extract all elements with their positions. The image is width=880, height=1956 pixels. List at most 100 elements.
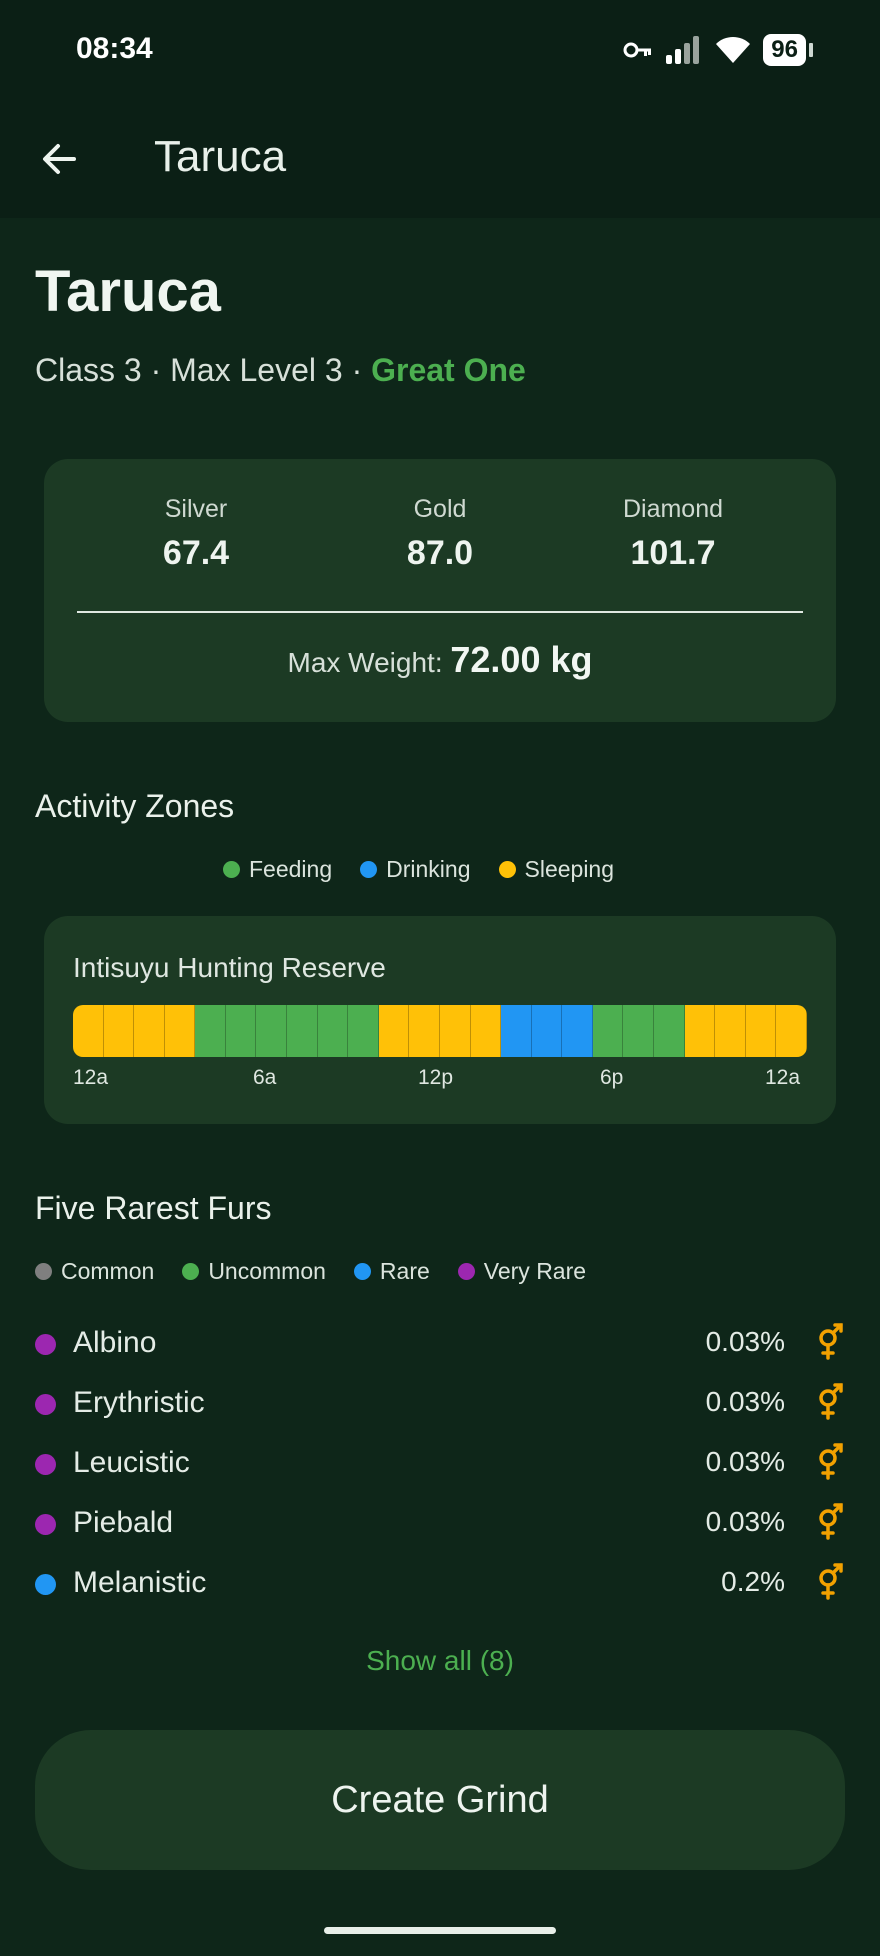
tick-label: 12p bbox=[418, 1066, 454, 1089]
drinking-dot bbox=[360, 861, 378, 878]
app-bar-title: Taruca bbox=[154, 132, 287, 181]
legend-rare: Rare bbox=[353, 1258, 430, 1285]
timeline-segment-feeding bbox=[287, 1005, 318, 1057]
rarity-dot bbox=[35, 1334, 56, 1355]
fur-percentage: 0.03% bbox=[705, 1506, 785, 1537]
very-rare-dot bbox=[457, 1263, 475, 1280]
timeline-segment-sleeping bbox=[470, 1005, 502, 1057]
fur-row-piebald[interactable]: Piebald 0.03% bbox=[35, 1500, 845, 1548]
timeline-segment-feeding bbox=[653, 1005, 685, 1057]
timeline-segment-sleeping bbox=[439, 1005, 471, 1057]
max-weight: Max Weight: 72.00 kg bbox=[44, 639, 836, 681]
legend-drinking: Drinking bbox=[360, 856, 471, 883]
timeline-segment-sleeping bbox=[73, 1005, 104, 1057]
timeline-segment-drinking bbox=[531, 1005, 563, 1057]
trophy-stats-card: Silver 67.4 Gold 87.0 Diamond 101.7 Max … bbox=[44, 459, 836, 722]
rarity-dot bbox=[35, 1514, 56, 1535]
timeline-segment-sleeping bbox=[103, 1005, 135, 1057]
species-class-level: Class 3 · Max Level 3 · bbox=[35, 352, 372, 388]
reserve-name: Intisuyu Hunting Reserve bbox=[73, 952, 386, 983]
timeline-segment-feeding bbox=[592, 1005, 624, 1057]
species-meta: Class 3 · Max Level 3 · Great One bbox=[35, 352, 526, 389]
male-female-icon bbox=[819, 1383, 843, 1420]
fur-row-erythristic[interactable]: Erythristic 0.03% bbox=[35, 1380, 845, 1428]
create-grind-button[interactable]: Create Grind bbox=[35, 1730, 845, 1870]
fur-percentage: 0.2% bbox=[721, 1566, 785, 1597]
legend-drinking-label: Drinking bbox=[386, 856, 471, 882]
fur-row-melanistic[interactable]: Melanistic 0.2% bbox=[35, 1560, 845, 1608]
legend-rare-label: Rare bbox=[379, 1258, 430, 1284]
fur-percentage: 0.03% bbox=[705, 1446, 785, 1477]
tick-label: 12a bbox=[765, 1066, 801, 1089]
diamond-label: Diamond bbox=[622, 495, 724, 523]
timeline-segment-sleeping bbox=[684, 1005, 716, 1057]
timeline-segment-feeding bbox=[256, 1005, 288, 1057]
tick-label: 6a bbox=[253, 1066, 277, 1089]
tick-label: 12a bbox=[73, 1066, 109, 1089]
legend-feeding-label: Feeding bbox=[249, 856, 333, 882]
legend-sleeping-label: Sleeping bbox=[524, 856, 615, 882]
male-female-icon bbox=[819, 1563, 843, 1600]
fur-name: Albino bbox=[73, 1326, 157, 1359]
rarest-furs-title: Five Rarest Furs bbox=[35, 1190, 272, 1226]
timeline-segment-sleeping bbox=[409, 1005, 440, 1057]
gold-label: Gold bbox=[413, 495, 467, 523]
timeline-segment-drinking bbox=[562, 1005, 593, 1057]
diamond-stat: Diamond 101.7 bbox=[563, 495, 783, 573]
rarity-dot bbox=[35, 1454, 56, 1475]
status-time: 08:34 bbox=[76, 32, 153, 65]
fur-row-leucistic[interactable]: Leucistic 0.03% bbox=[35, 1440, 845, 1488]
timeline-segment-sleeping bbox=[745, 1005, 777, 1057]
fur-name: Erythristic bbox=[73, 1386, 205, 1419]
timeline-segment-feeding bbox=[225, 1005, 257, 1057]
activity-legend: Feeding Drinking Sleeping bbox=[223, 856, 642, 883]
sleeping-dot bbox=[498, 861, 516, 878]
timeline-segment-feeding bbox=[317, 1005, 349, 1057]
status-bar: 08:34 96 bbox=[0, 0, 880, 100]
timeline-segment-sleeping bbox=[776, 1005, 807, 1057]
timeline-segment-sleeping bbox=[134, 1005, 165, 1057]
back-arrow-icon[interactable] bbox=[34, 134, 84, 184]
fur-row-albino[interactable]: Albino 0.03% bbox=[35, 1320, 845, 1368]
activity-zones-title: Activity Zones bbox=[35, 788, 235, 824]
great-one-label: Great One bbox=[371, 352, 526, 388]
cell-signal-icon bbox=[666, 36, 700, 64]
rarity-legend: Common Uncommon Rare Very Rare bbox=[35, 1258, 614, 1285]
male-female-icon bbox=[819, 1503, 843, 1540]
vpn-key-icon bbox=[623, 42, 652, 58]
gold-stat: Gold 87.0 bbox=[330, 495, 550, 573]
uncommon-dot bbox=[182, 1263, 200, 1280]
silver-label: Silver bbox=[164, 495, 228, 523]
activity-zone-card: Intisuyu Hunting Reserve 12a 6a 12p 6p 1… bbox=[44, 916, 836, 1124]
legend-very-rare-label: Very Rare bbox=[483, 1258, 587, 1284]
gold-value: 87.0 bbox=[406, 534, 474, 572]
timeline-segment-sleeping bbox=[378, 1005, 410, 1057]
legend-feeding: Feeding bbox=[223, 856, 332, 883]
timeline-segment-sleeping bbox=[715, 1005, 746, 1057]
fur-name: Piebald bbox=[73, 1506, 174, 1539]
home-indicator[interactable] bbox=[324, 1927, 556, 1934]
app-bar: Taruca bbox=[0, 100, 880, 218]
show-all-button[interactable]: Show all (8) bbox=[0, 1645, 880, 1677]
silver-stat: Silver 67.4 bbox=[86, 495, 306, 573]
timeline-segment-sleeping bbox=[164, 1005, 196, 1057]
male-female-icon bbox=[819, 1443, 843, 1480]
timeline-segment-feeding bbox=[195, 1005, 226, 1057]
fur-percentage: 0.03% bbox=[705, 1326, 785, 1357]
species-name: Taruca bbox=[35, 259, 221, 324]
silver-value: 67.4 bbox=[162, 534, 230, 572]
legend-common-label: Common bbox=[61, 1258, 155, 1284]
max-weight-value: 72.00 kg bbox=[450, 639, 593, 680]
timeline-segment-drinking bbox=[501, 1005, 532, 1057]
legend-common: Common bbox=[35, 1258, 154, 1285]
diamond-value: 101.7 bbox=[630, 534, 716, 572]
legend-very-rare: Very Rare bbox=[457, 1258, 587, 1285]
timeline-segment-feeding bbox=[623, 1005, 654, 1057]
activity-timeline bbox=[73, 1005, 807, 1057]
male-female-icon bbox=[819, 1323, 843, 1360]
stats-divider bbox=[77, 611, 803, 613]
status-icons: 96 bbox=[623, 34, 813, 66]
legend-sleeping: Sleeping bbox=[498, 856, 615, 883]
max-weight-label: Max Weight: bbox=[287, 647, 443, 678]
battery-indicator: 96 bbox=[763, 34, 813, 66]
